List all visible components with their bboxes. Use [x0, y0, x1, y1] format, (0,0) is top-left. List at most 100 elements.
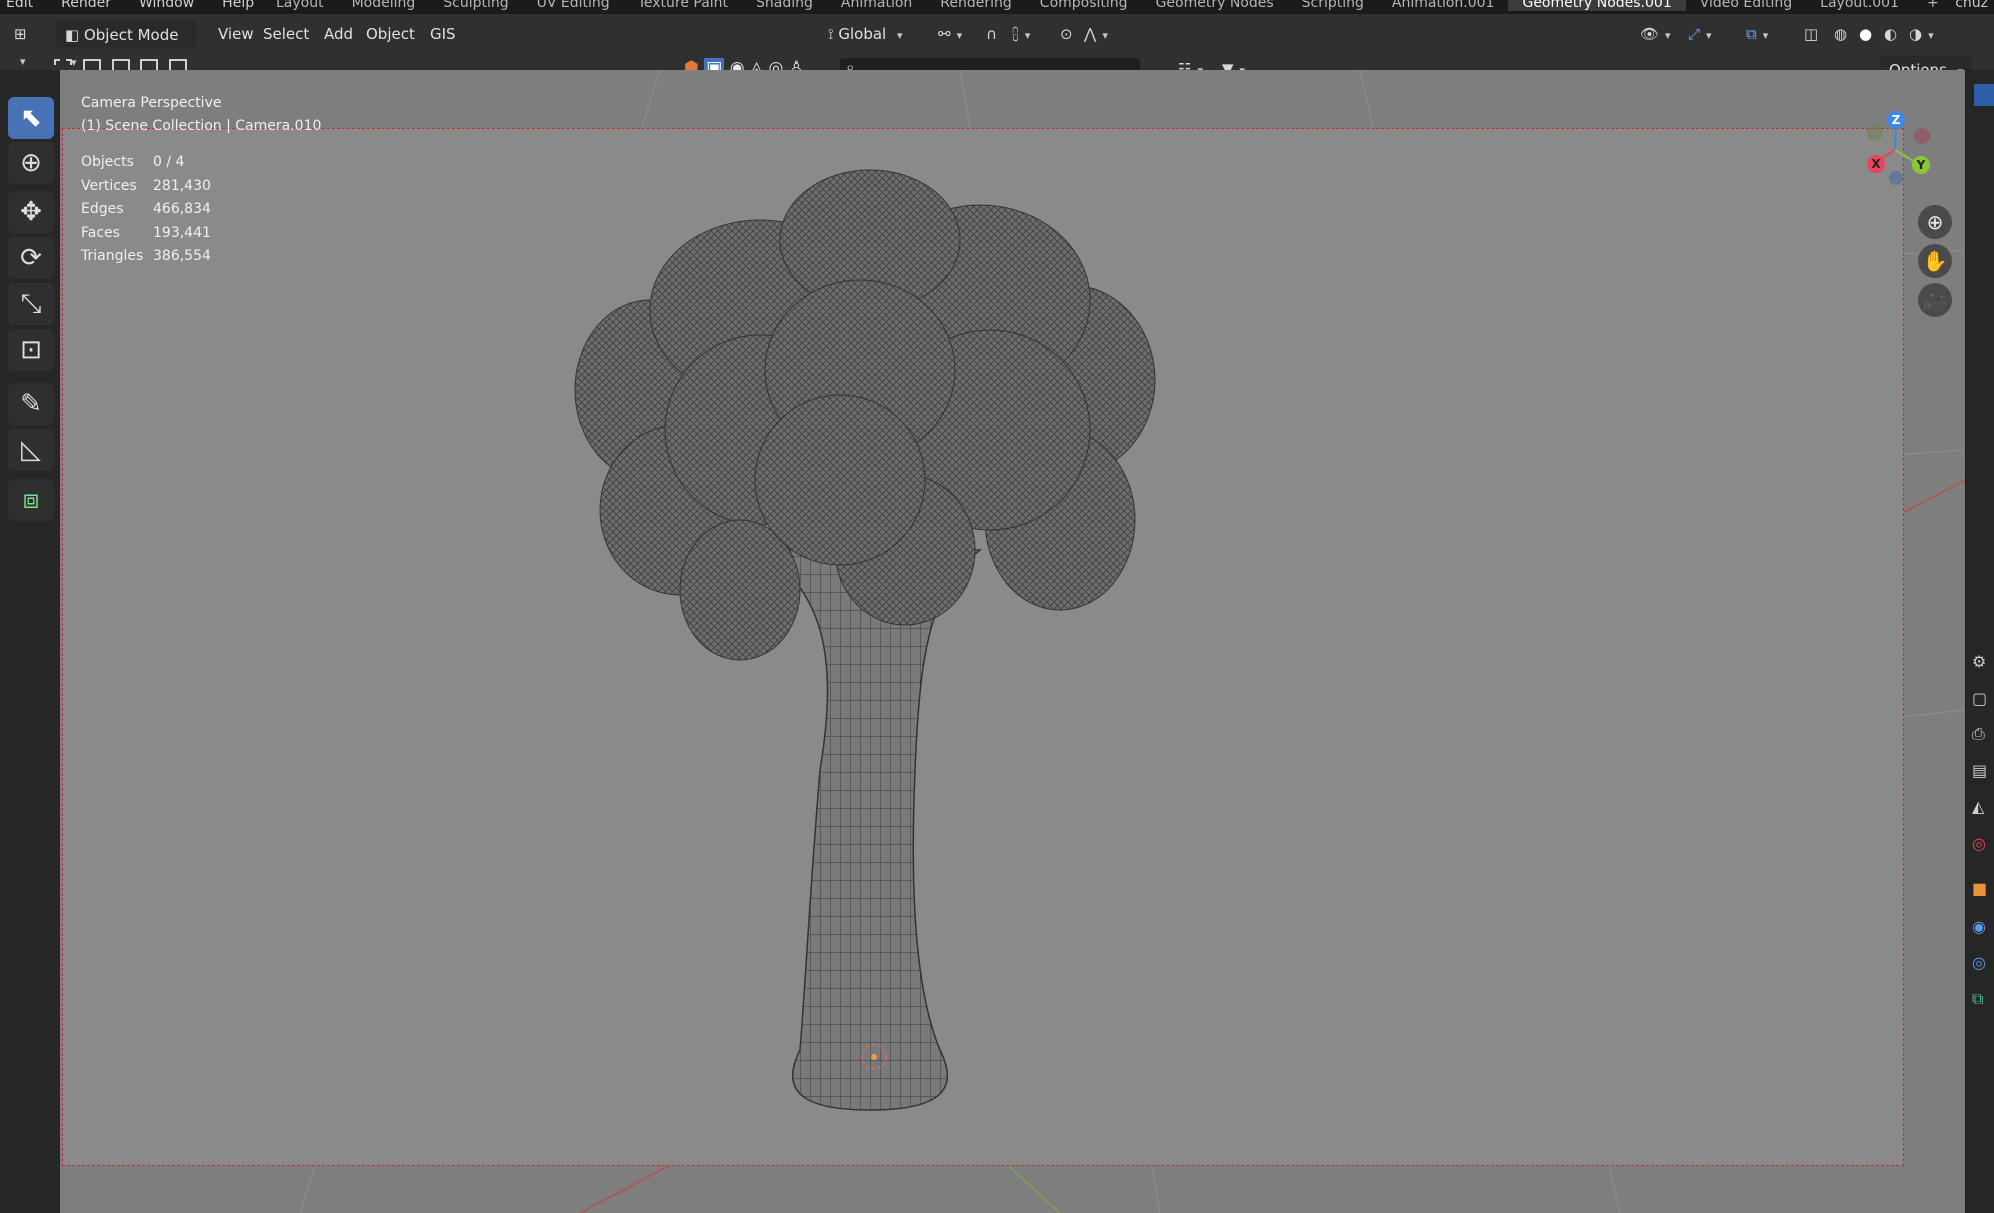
gizmo-toggle[interactable]: ⤢ ▾ [1680, 21, 1720, 47]
orientation-icon: ⟟ [828, 25, 834, 43]
scene-selector[interactable]: chuz [1955, 0, 1988, 11]
select-box-tool[interactable]: ⬉ [8, 97, 54, 139]
camera-view-button[interactable]: 🎥 [1918, 283, 1952, 317]
menu-window[interactable]: Window [139, 0, 194, 11]
mode-label: Object Mode [83, 26, 179, 44]
eye-icon: 👁 [1640, 25, 1660, 43]
move-tool[interactable]: ✥ [8, 191, 54, 233]
view-layer-icon[interactable]: ▤ [1972, 762, 1990, 780]
tab-layout-001[interactable]: Layout.001 [1806, 0, 1913, 11]
tab-uv-editing[interactable]: UV Editing [523, 0, 624, 11]
menu-help[interactable]: Help [222, 0, 254, 11]
physics-properties-icon[interactable]: ◎ [1972, 954, 1990, 972]
render-properties-icon[interactable]: ▢ [1972, 690, 1990, 708]
snap-increment-icon: ⩉ [1012, 25, 1019, 43]
tree-canopy [574, 169, 1156, 661]
menu-edit[interactable]: Edit [6, 0, 33, 11]
chevron-down-icon: ▾ [1665, 29, 1671, 42]
tab-geometry-nodes[interactable]: Geometry Nodes [1142, 0, 1288, 11]
transform-icon: ⊡ [20, 335, 42, 365]
add-cube-icon: ⧈ [22, 485, 40, 515]
tool-shelf: ⬉ ⊕ ✥ ⟳ ⤡ ⊡ ✎ ◺ ⧈ [0, 70, 60, 1213]
properties-tab-strip: ⚙ ▢ ⎙ ▤ ◭ ◎ ■ ◉ ◎ ⧉ [1965, 70, 1994, 1213]
gizmo-z-axis[interactable]: Z [1887, 111, 1905, 129]
tab-texture-paint[interactable]: Texture Paint [624, 0, 742, 11]
pan-button[interactable]: ✋ [1918, 244, 1952, 278]
main-menu: Edit Render Window Help [6, 0, 254, 11]
add-workspace-button[interactable]: + [1913, 0, 1953, 11]
tab-animation-001[interactable]: Animation.001 [1378, 0, 1509, 11]
scale-tool[interactable]: ⤡ [8, 283, 54, 325]
magnet-icon: ∩ [986, 25, 997, 43]
zoom-button[interactable]: ⊕ [1918, 205, 1952, 239]
menu-add[interactable]: Add [316, 21, 361, 47]
material-sphere-icon: ◐ [1884, 25, 1898, 43]
overlays-icon: ⧉ [1746, 25, 1757, 43]
mode-dropdown[interactable]: ◧ Object Mode ▾ [56, 21, 196, 69]
transform-tool[interactable]: ⊡ [8, 329, 54, 371]
move-arrows-icon: ✥ [20, 197, 42, 227]
chevron-down-icon: ▾ [1762, 29, 1769, 42]
tab-video-editing[interactable]: Video Editing [1686, 0, 1806, 11]
scene-properties-icon[interactable]: ◭ [1972, 798, 1990, 816]
xray-toggle[interactable]: ◫ [1796, 21, 1826, 47]
menu-view[interactable]: View [210, 21, 262, 47]
modifier-properties-icon[interactable]: ◉ [1972, 918, 1990, 936]
world-properties-icon[interactable]: ◎ [1972, 835, 1990, 853]
overlays-toggle[interactable]: ⧉ ▾ [1738, 21, 1776, 47]
proportional-edit-icon: ⊙ [1060, 25, 1073, 43]
transform-orientation-label: Global [838, 25, 887, 43]
chevron-down-icon: ▾ [956, 29, 963, 42]
pivot-point-button[interactable]: ⚯ ▾ [930, 21, 970, 47]
add-cube-tool[interactable]: ⧈ [8, 479, 54, 521]
menu-gis[interactable]: GIS [422, 21, 464, 47]
tab-modeling[interactable]: Modeling [338, 0, 430, 11]
solid-sphere-icon: ● [1859, 25, 1873, 43]
gizmo-icon: ⤢ [1688, 25, 1701, 43]
3d-viewport[interactable]: Camera Perspective (1) Scene Collection … [60, 70, 1965, 1213]
hand-icon: ✋ [1922, 249, 1948, 273]
tab-geometry-nodes-001[interactable]: Geometry Nodes.001 [1508, 0, 1686, 11]
rotate-tool[interactable]: ⟳ [8, 237, 54, 279]
editor-type-icon: ⊞ [14, 25, 27, 43]
gizmo-y-axis[interactable]: Y [1912, 156, 1930, 174]
rotate-icon: ⟳ [20, 243, 42, 273]
chevron-down-icon: ▾ [1024, 29, 1031, 42]
output-properties-icon[interactable]: ⎙ [1972, 725, 1990, 743]
transform-orientation-dropdown[interactable]: ⟟ Global ▾ [820, 21, 924, 47]
camera-icon: 🎥 [1922, 288, 1948, 312]
tab-rendering[interactable]: Rendering [926, 0, 1026, 11]
menu-select[interactable]: Select [255, 21, 317, 47]
gizmo-x-axis[interactable]: X [1867, 155, 1885, 173]
editor-type-button[interactable]: ⊞▾ [6, 21, 46, 68]
cursor-tool[interactable]: ⊕ [8, 142, 54, 184]
menu-render[interactable]: Render [61, 0, 111, 11]
constraint-properties-icon[interactable]: ⧉ [1972, 990, 1990, 1008]
zoom-magnifier-icon: ⊕ [1926, 210, 1944, 234]
tab-shading[interactable]: Shading [742, 0, 827, 11]
wireframe-sphere-icon: ◍ [1834, 25, 1848, 43]
tab-scripting[interactable]: Scripting [1288, 0, 1378, 11]
tab-sculpting[interactable]: Sculpting [429, 0, 522, 11]
shading-rendered[interactable]: ◑ ▾ [1901, 21, 1942, 47]
tool-properties-icon[interactable]: ⚙ [1972, 653, 1990, 671]
viewport-header: ⊞▾ ◧ Object Mode ▾ View Select Add Objec… [0, 14, 1994, 82]
tree-model[interactable] [60, 70, 1965, 1213]
scale-icon: ⤡ [20, 289, 42, 319]
visibility-button[interactable]: 👁 ▾ [1632, 21, 1679, 47]
tab-compositing[interactable]: Compositing [1026, 0, 1142, 11]
object-mode-icon: ◧ [65, 26, 80, 44]
snap-target-button[interactable]: ⩉ ▾ [1004, 21, 1038, 47]
measure-tool[interactable]: ◺ [8, 429, 54, 471]
pivot-icon: ⚯ [938, 25, 951, 43]
tab-layout[interactable]: Layout [262, 0, 338, 11]
ruler-icon: ◺ [21, 435, 41, 465]
proportional-falloff-button[interactable]: ⋀ ▾ [1076, 21, 1116, 47]
tab-animation[interactable]: Animation [827, 0, 926, 11]
menu-object[interactable]: Object [358, 21, 423, 47]
chevron-down-icon: ▾ [1928, 29, 1934, 42]
object-properties-icon[interactable]: ■ [1972, 880, 1990, 898]
chevron-down-icon: ▾ [897, 29, 903, 42]
annotate-tool[interactable]: ✎ [8, 383, 54, 425]
snap-toggle[interactable]: ∩ [978, 21, 1005, 47]
